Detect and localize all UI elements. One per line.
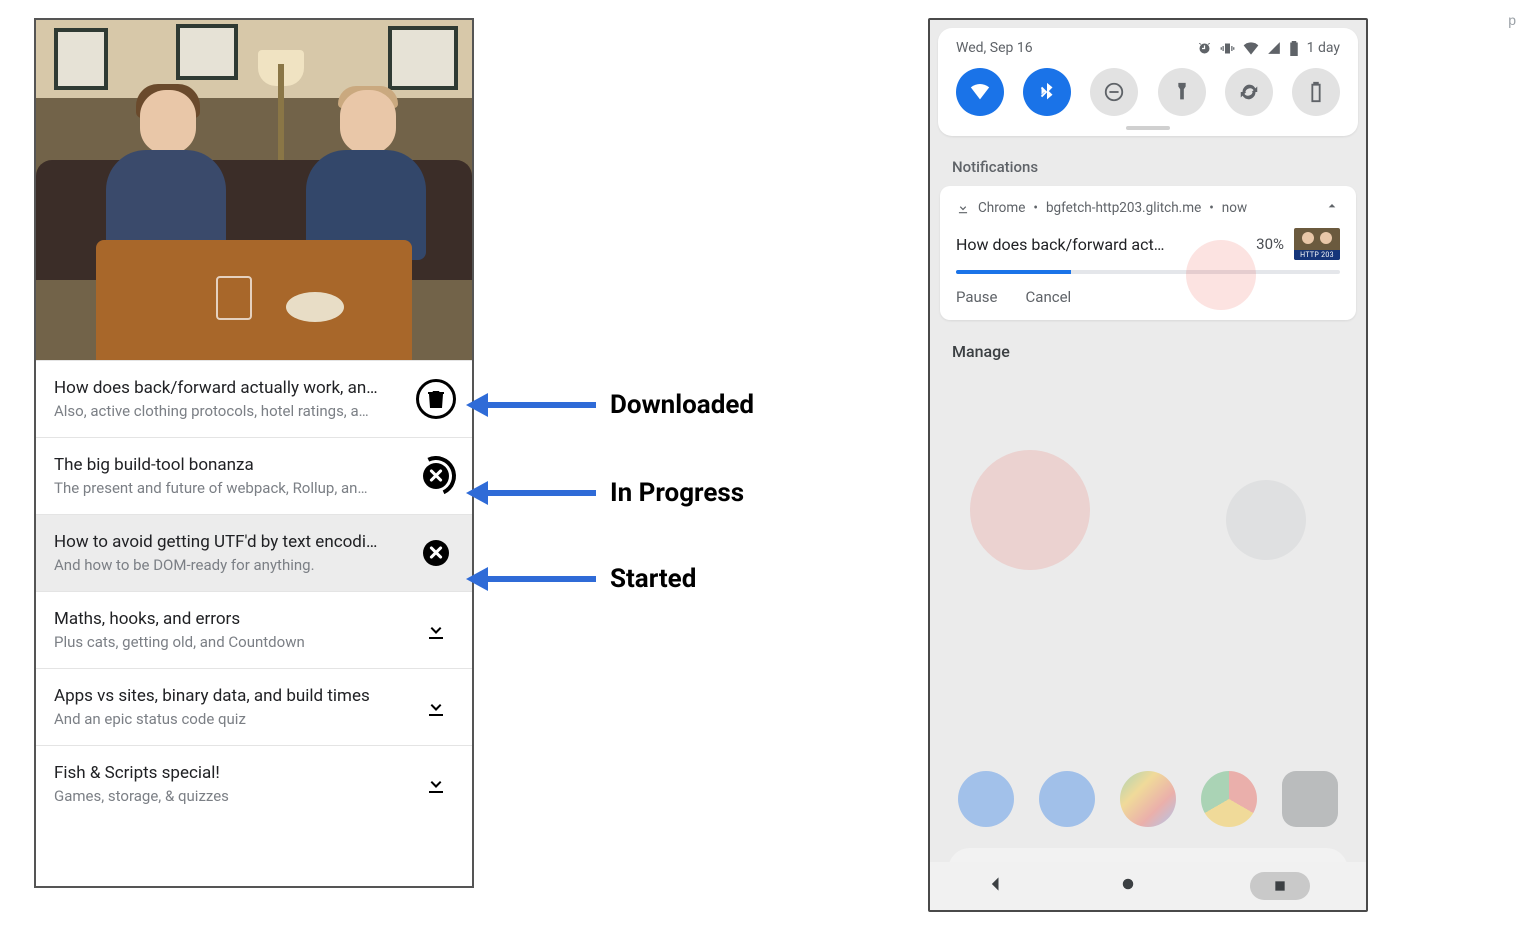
wallpaper-blob <box>1186 240 1256 310</box>
quick-settings-panel: Wed, Sep 16 1 day <box>938 28 1358 136</box>
dock-app-play[interactable] <box>1120 771 1176 827</box>
episode-subtitle: Also, active clothing protocols, hotel r… <box>54 402 404 420</box>
episode-title: The big build-tool bonanza <box>54 455 404 475</box>
arrow-icon <box>486 490 596 496</box>
qs-battery-saver[interactable] <box>1292 68 1340 116</box>
download-notification[interactable]: Chrome • bgfetch-http203.glitch.me • now… <box>940 186 1356 320</box>
android-notification-phone: Wed, Sep 16 1 day Notifications Chrome <box>928 18 1368 912</box>
qs-dnd[interactable] <box>1090 68 1138 116</box>
download-icon <box>956 201 970 215</box>
qs-autorotate[interactable] <box>1225 68 1273 116</box>
episode-list: How does back/forward actually work, an…… <box>36 360 472 822</box>
thumbnail-caption: HTTP 203 <box>1294 250 1340 260</box>
status-date: Wed, Sep 16 <box>956 40 1033 56</box>
dock-app-phone[interactable] <box>958 771 1014 827</box>
episode-app-phone: How does back/forward actually work, an…… <box>34 18 474 888</box>
shade-handle[interactable] <box>1126 126 1170 130</box>
annotation-started: Started <box>486 564 696 594</box>
cancel-icon <box>423 463 449 489</box>
notification-source: bgfetch-http203.glitch.me <box>1046 200 1201 216</box>
cancel-download-button[interactable] <box>414 454 458 498</box>
notification-thumbnail: HTTP 203 <box>1294 228 1340 260</box>
status-icons: 1 day <box>1197 40 1340 56</box>
episode-item[interactable]: Maths, hooks, and errors Plus cats, gett… <box>36 591 472 668</box>
episode-subtitle: And how to be DOM-ready for anything. <box>54 556 404 574</box>
download-button[interactable] <box>414 762 458 806</box>
episode-title: Apps vs sites, binary data, and build ti… <box>54 686 404 706</box>
episode-title: How does back/forward actually work, an… <box>54 378 404 398</box>
annotation-label: Started <box>610 564 696 594</box>
download-button[interactable] <box>414 608 458 652</box>
signal-icon <box>1267 41 1281 55</box>
annotation-downloaded: Downloaded <box>486 390 754 420</box>
system-nav-bar <box>930 862 1366 910</box>
quick-settings-row <box>954 64 1342 120</box>
episode-subtitle: The present and future of webpack, Rollu… <box>54 479 404 497</box>
wallpaper-blob <box>970 450 1090 570</box>
episode-title: Maths, hooks, and errors <box>54 609 404 629</box>
dock-app-camera[interactable] <box>1282 771 1338 827</box>
episode-title: Fish & Scripts special! <box>54 763 404 783</box>
dock-app-chrome[interactable] <box>1201 771 1257 827</box>
episode-title: How to avoid getting UTF'd by text encod… <box>54 532 404 552</box>
arrow-icon <box>486 576 596 582</box>
episode-subtitle: Plus cats, getting old, and Countdown <box>54 633 404 651</box>
alarm-icon <box>1197 41 1212 56</box>
download-icon <box>424 695 448 719</box>
chevron-up-icon[interactable] <box>1324 198 1340 218</box>
notification-progress <box>956 270 1340 274</box>
episode-subtitle: Games, storage, & quizzes <box>54 787 404 805</box>
notification-title: How does back/forward act… <box>956 235 1164 254</box>
download-icon <box>424 772 448 796</box>
nav-recents-button[interactable] <box>1250 872 1310 900</box>
qs-bluetooth[interactable] <box>1023 68 1071 116</box>
notification-cancel-button[interactable]: Cancel <box>1026 288 1072 306</box>
download-icon <box>424 618 448 642</box>
notification-pause-button[interactable]: Pause <box>956 288 998 306</box>
battery-icon <box>1289 41 1299 56</box>
nav-home-button[interactable] <box>1119 875 1137 897</box>
dock-app-messages[interactable] <box>1039 771 1095 827</box>
episode-item[interactable]: Apps vs sites, binary data, and build ti… <box>36 668 472 745</box>
qs-flashlight[interactable] <box>1158 68 1206 116</box>
progress-fill <box>956 270 1071 274</box>
annotation-in-progress: In Progress <box>486 478 744 508</box>
episode-item[interactable]: The big build-tool bonanza The present a… <box>36 437 472 514</box>
arrow-icon <box>486 402 596 408</box>
notification-app-name: Chrome <box>978 200 1025 216</box>
battery-label: 1 day <box>1307 40 1340 56</box>
notifications-section-label: Notifications <box>930 144 1366 186</box>
vibrate-icon <box>1220 41 1235 56</box>
episode-item[interactable]: How to avoid getting UTF'd by text encod… <box>36 514 472 591</box>
home-dock <box>948 764 1348 834</box>
corner-mark: p <box>1508 12 1516 28</box>
nav-back-button[interactable] <box>986 874 1006 898</box>
notification-time: now <box>1222 200 1247 216</box>
episode-subtitle: And an epic status code quiz <box>54 710 404 728</box>
annotation-label: Downloaded <box>610 390 754 420</box>
trash-icon <box>416 379 456 419</box>
episode-item[interactable]: Fish & Scripts special! Games, storage, … <box>36 745 472 822</box>
manage-notifications-button[interactable]: Manage <box>930 320 1366 383</box>
hero-image <box>36 20 472 360</box>
episode-item[interactable]: How does back/forward actually work, an…… <box>36 360 472 437</box>
notification-percent: 30% <box>1256 235 1284 253</box>
wifi-icon <box>1243 41 1259 55</box>
cancel-icon <box>423 540 449 566</box>
wallpaper-blob <box>1226 480 1306 560</box>
cancel-download-button[interactable] <box>414 531 458 575</box>
qs-wifi[interactable] <box>956 68 1004 116</box>
annotation-label: In Progress <box>610 478 744 508</box>
download-button[interactable] <box>414 685 458 729</box>
delete-download-button[interactable] <box>414 377 458 421</box>
